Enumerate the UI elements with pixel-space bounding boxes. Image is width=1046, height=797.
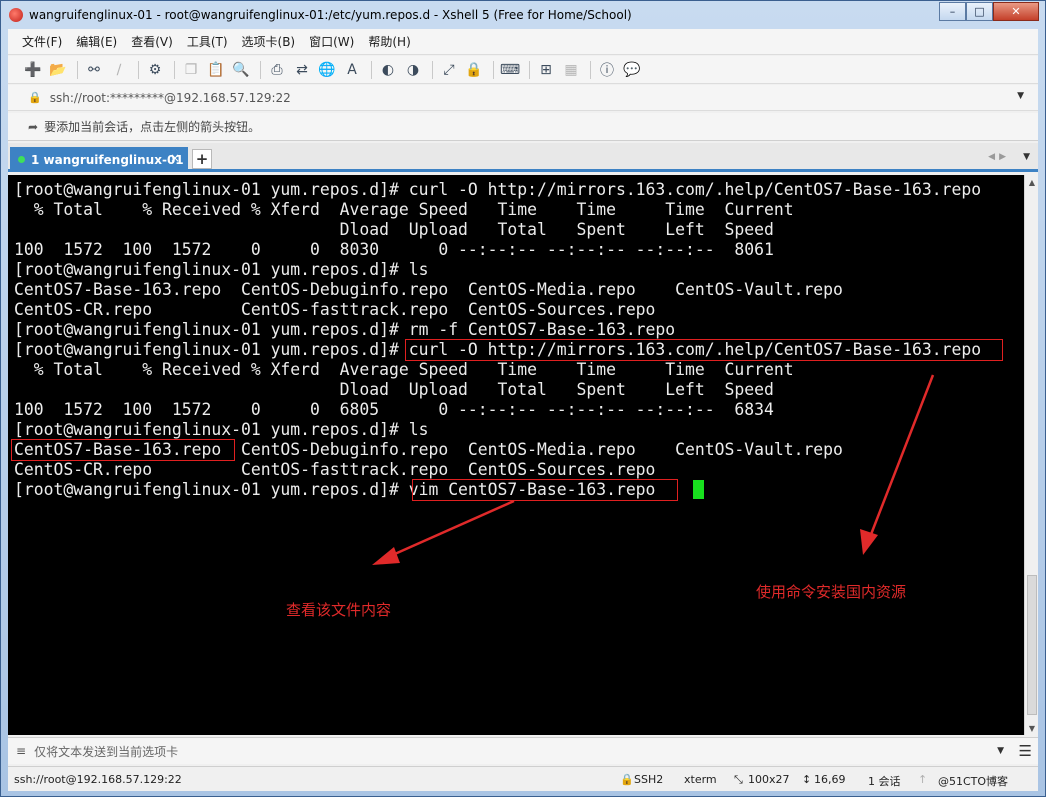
add-tab-button[interactable]: + xyxy=(192,149,212,169)
xftp-icon[interactable]: ◐ xyxy=(377,60,399,80)
toolbar-divider xyxy=(493,60,494,79)
transfer-icon[interactable]: ⇄ xyxy=(291,60,313,80)
menu-bar: 文件(F) 编辑(E) 查看(V) 工具(T) 选项卡(B) 窗口(W) 帮助(… xyxy=(8,29,1038,55)
scroll-down-icon[interactable]: ▼ xyxy=(1025,721,1039,735)
lock-screen-icon[interactable]: 🔒 xyxy=(463,60,485,80)
status-protocol: SSH2 xyxy=(634,773,664,786)
annotation-arrows xyxy=(372,374,935,565)
layout-icon[interactable]: ▦ xyxy=(560,60,582,80)
xshell-app-icon xyxy=(9,8,23,22)
toolbar-divider xyxy=(260,60,261,79)
tab-session[interactable]: 1 wangruifenglinux-01 × xyxy=(10,147,188,172)
window-title: wangruifenglinux-01 - root@wangruifengli… xyxy=(29,8,632,22)
menu-tools[interactable]: 工具(T) xyxy=(187,33,228,50)
copy-icon[interactable]: ❐ xyxy=(180,60,202,80)
arrow-head-icon xyxy=(860,529,878,555)
tab-scroll-arrows-icon[interactable]: ◀▶ xyxy=(988,152,1010,162)
status-bar: ssh://root@192.168.57.129:22 🔒 SSH2 xter… xyxy=(8,766,1038,791)
window-controls: – □ ✕ xyxy=(939,2,1039,21)
ssh-lock-icon: 🔒 xyxy=(620,773,634,786)
scrollbar-thumb[interactable] xyxy=(1027,575,1037,715)
arrow-to-view-file-note xyxy=(387,499,515,559)
toolbar-divider xyxy=(138,60,139,79)
tab-label: 1 wangruifenglinux-01 xyxy=(31,152,184,167)
menu-file[interactable]: 文件(F) xyxy=(22,33,62,50)
menu-icon[interactable]: ☰ xyxy=(1019,742,1032,760)
chat-icon[interactable]: 💬 xyxy=(621,60,643,80)
address-bar[interactable]: 🔒 ssh://root:*********@192.168.57.129:22… xyxy=(8,85,1038,111)
annotation-install-source: 使用命令安装国内资源 xyxy=(756,583,907,601)
tab-strip: 1 wangruifenglinux-01 × + ◀▶ ▼ xyxy=(8,143,1038,172)
toolbar-divider xyxy=(174,60,175,79)
maximize-button[interactable]: □ xyxy=(966,2,993,21)
session-hint-text: 要添加当前会话，点击左侧的箭头按钮。 xyxy=(44,120,261,134)
toolbar-divider xyxy=(77,60,78,79)
status-sessions: 1 会话 xyxy=(868,775,901,788)
new-session-icon[interactable]: ➕ xyxy=(22,60,44,80)
find-icon[interactable]: 🔍 xyxy=(230,60,252,80)
help-icon[interactable]: ⓘ xyxy=(596,60,618,80)
font-icon[interactable]: A xyxy=(341,60,363,80)
new-tab-icon[interactable]: ⊞ xyxy=(535,60,557,80)
watermark: @51CTO博客 xyxy=(938,775,1009,788)
toolbar-divider xyxy=(371,60,372,79)
chevron-down-icon[interactable]: ▼ xyxy=(997,746,1004,756)
status-terminal-type: xterm xyxy=(684,773,717,786)
toolbar: ➕ 📂 ⚯ ∕ ⚙ ❐ 📋 🔍 ⎙ ⇄ 🌐 A ◐ ◑ ⤢ 🔒 ⌨ ⊞ ▦ ⓘ … xyxy=(8,56,1038,84)
address-input[interactable]: ssh://root:*********@192.168.57.129:22 xyxy=(50,91,291,105)
resize-icon: ⤡ xyxy=(734,773,743,786)
menu-edit[interactable]: 编辑(E) xyxy=(76,33,117,50)
lock-icon: 🔒 xyxy=(28,91,42,104)
connected-status-icon xyxy=(18,156,25,163)
chevron-down-icon[interactable]: ▼ xyxy=(1017,91,1024,101)
menu-window[interactable]: 窗口(W) xyxy=(309,33,354,50)
status-connection: ssh://root@192.168.57.129:22 xyxy=(14,773,182,786)
fullscreen-icon[interactable]: ⤢ xyxy=(438,60,460,80)
disconnect-icon[interactable]: ∕ xyxy=(108,60,130,80)
globe-icon[interactable]: 🌐 xyxy=(316,60,338,80)
status-size: 100x27 xyxy=(748,773,790,786)
toolbar-divider xyxy=(529,60,530,79)
toolbar-divider xyxy=(432,60,433,79)
terminal-scrollbar[interactable]: ▲ ▼ xyxy=(1024,175,1038,735)
keyboard-icon[interactable]: ⌨ xyxy=(499,60,521,80)
connect-icon[interactable]: ⚯ xyxy=(83,60,105,80)
session-hint-bar: ➦ 要添加当前会话，点击左侧的箭头按钮。 xyxy=(8,113,1038,141)
tab-menu-icon[interactable]: ▼ xyxy=(1023,152,1030,162)
properties-icon[interactable]: ⚙ xyxy=(144,60,166,80)
menu-view[interactable]: 查看(V) xyxy=(131,33,173,50)
xagent-icon[interactable]: ◑ xyxy=(402,60,424,80)
compose-bar[interactable]: ≡ 仅将文本发送到当前选项卡 ▼ ☰ xyxy=(8,737,1038,764)
client-area: 文件(F) 编辑(E) 查看(V) 工具(T) 选项卡(B) 窗口(W) 帮助(… xyxy=(8,29,1038,791)
nav-up-icon[interactable]: ↑ xyxy=(918,773,927,786)
toolbar-divider xyxy=(590,60,591,79)
tab-close-icon[interactable]: × xyxy=(170,151,180,165)
annotation-view-file: 查看该文件内容 xyxy=(286,601,392,619)
status-cursor-pos: 16,69 xyxy=(814,773,846,786)
xshell-window: wangruifenglinux-01 - root@wangruifengli… xyxy=(0,0,1046,797)
print-icon[interactable]: ⎙ xyxy=(266,60,288,80)
position-icon: ↕ xyxy=(802,773,812,786)
scroll-up-icon[interactable]: ▲ xyxy=(1025,175,1039,189)
arrow-to-install-note xyxy=(868,374,935,538)
menu-help[interactable]: 帮助(H) xyxy=(368,33,410,50)
title-bar[interactable]: wangruifenglinux-01 - root@wangruifengli… xyxy=(1,1,1045,29)
arrow-head-icon xyxy=(372,547,400,565)
compose-icon[interactable]: ≡ xyxy=(16,744,26,758)
close-button[interactable]: ✕ xyxy=(993,2,1039,21)
compose-input[interactable]: 仅将文本发送到当前选项卡 xyxy=(34,743,178,760)
minimize-button[interactable]: – xyxy=(939,2,966,21)
paste-icon[interactable]: 📋 xyxy=(205,60,227,80)
terminal-output[interactable]: [root@wangruifenglinux-01 yum.repos.d]# … xyxy=(8,175,1024,735)
menu-tab[interactable]: 选项卡(B) xyxy=(242,33,296,50)
arrow-icon[interactable]: ➦ xyxy=(28,120,38,134)
open-folder-icon[interactable]: 📂 xyxy=(47,60,69,80)
